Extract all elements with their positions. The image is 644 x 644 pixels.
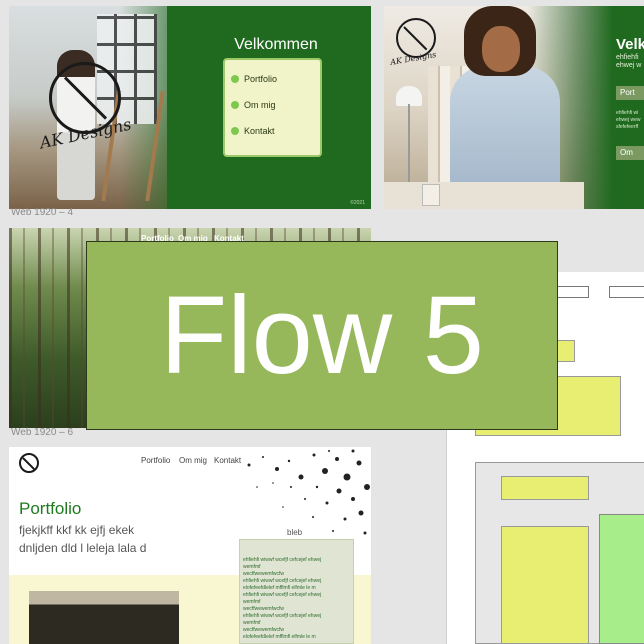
frame-web-hero[interactable]: AK Designs Velk ehfiehfi ehwej w Port eh… [384, 6, 644, 209]
flow-label-overlay: Flow 5 [86, 241, 558, 430]
page-title: Velkommen [234, 36, 318, 53]
menu-label: Kontakt [244, 126, 275, 136]
subtext-line: ehfiehfi [616, 54, 639, 61]
sidebar-line: ehfiehfi wiwwf wcefjf cefcejef ehwej [243, 613, 322, 619]
sidebar-line: wemfmf [243, 564, 261, 570]
wireframe-nav-box [557, 286, 589, 298]
wireframe-block [501, 526, 589, 644]
sidebar-line: elofefeefdlelef mfflmfl elfmle le m [243, 634, 316, 640]
hero-heading: Velk [616, 36, 644, 53]
flow-label-text: Flow 5 [160, 273, 484, 397]
frame-web-portfolio[interactable]: Portfolio Om mig Kontakt Portfolio fjekj… [9, 447, 371, 644]
sidebar-line: ehfiehfi wiwwf wcefjf cefcejef ehwej [243, 578, 322, 584]
work-table [384, 182, 584, 209]
om-button[interactable]: Om [616, 146, 644, 160]
bullet-icon [231, 75, 239, 83]
sidebar-line: wecffwewemfwcfw [243, 627, 285, 633]
small-line: ehwej wew [616, 117, 641, 123]
lamp-image [396, 86, 422, 106]
wireframe-block [501, 476, 589, 500]
portfolio-photo [29, 591, 179, 644]
bullet-icon [231, 127, 239, 135]
sidebar-line: elofefeefdlelef mfflmfl elfmle le m [243, 585, 316, 591]
frame-web-welcome[interactable]: AK Designs Velkommen Portfolio Om mig Ko… [9, 6, 371, 209]
pencil-cup [422, 184, 440, 206]
frame-caption: Web 1920 – 6 [11, 427, 74, 438]
sidebar-line: ehfiehfi wiwwf wcefjf cefcejef ehwej [243, 592, 322, 598]
sidebar-line: wemfmf [243, 599, 261, 605]
portfolio-button[interactable]: Port [616, 86, 644, 100]
menu-item-kontakt[interactable]: Kontakt [231, 126, 275, 136]
hero-subtext: ehfiehfi ehwej w [616, 54, 641, 70]
intro-line: fjekjkff kkf kk ejfj ekek [19, 523, 135, 537]
wireframe-block-green [599, 514, 644, 644]
nav-portfolio[interactable]: Portfolio [141, 456, 170, 465]
welcome-menu: Portfolio Om mig Kontakt [223, 58, 322, 157]
page-title: Portfolio [19, 499, 82, 518]
bullet-icon [231, 101, 239, 109]
wireframe-nav-box [609, 286, 644, 298]
intro-line: dnljden dld l leleja lala d [19, 541, 147, 555]
sidebar-title: bleb [287, 528, 303, 537]
designer-face [482, 26, 520, 72]
small-line: ehfiehfi wi [616, 110, 639, 116]
hero-small-text: ehfiehfi wi ehwej wew sfefefeerff [616, 110, 640, 131]
sidebar-line: ehfiehfi wiwwf wcefjf cefcejef ehwej [243, 557, 322, 563]
menu-item-portfolio[interactable]: Portfolio [231, 74, 277, 84]
artist-photo: AK Designs [9, 6, 167, 209]
sidebar-line: wemfmf [243, 620, 261, 626]
sidebar-line: wecffwewemfwcfw [243, 571, 285, 577]
menu-item-om-mig[interactable]: Om mig [231, 100, 276, 110]
menu-label: Portfolio [244, 74, 278, 84]
menu-label: Om mig [244, 100, 276, 110]
wireframe-block [557, 340, 575, 362]
frame-caption: Web 1920 – 4 [11, 207, 74, 218]
small-line: sfefefeerff [616, 124, 639, 130]
copyright-text: ©2021 [350, 200, 365, 206]
sidebar-line: wecffwewemfwcfw [243, 606, 285, 612]
nav-om-mig[interactable]: Om mig [179, 456, 207, 465]
subtext-line: ehwej w [616, 62, 642, 69]
